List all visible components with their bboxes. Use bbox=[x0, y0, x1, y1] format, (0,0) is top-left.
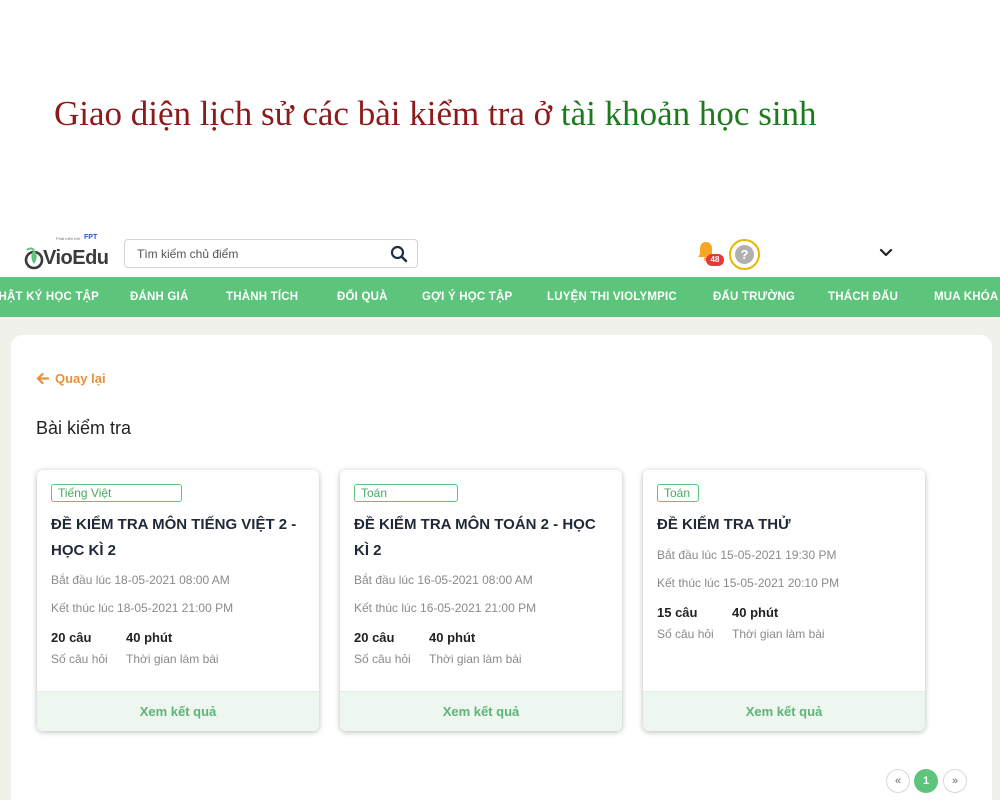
end-time: Kết thúc lúc 15-05-2021 20:10 PM bbox=[657, 576, 840, 590]
logo-subtext: Phát triển bởi bbox=[56, 236, 80, 241]
avatar-placeholder-icon: ? bbox=[735, 245, 754, 264]
fpt-logo-text: FPT bbox=[84, 234, 98, 241]
question-count: 20 câu bbox=[354, 630, 395, 645]
start-time: Bắt đầu lúc 15-05-2021 19:30 PM bbox=[657, 548, 837, 562]
avatar[interactable]: ? bbox=[729, 239, 760, 270]
nav-item-achievements[interactable]: THÀNH TÍCH bbox=[226, 277, 298, 317]
question-count: 15 câu bbox=[657, 605, 698, 620]
start-time: Bắt đầu lúc 18-05-2021 08:00 AM bbox=[51, 573, 230, 587]
search-icon[interactable] bbox=[390, 245, 408, 263]
subject-tag: Toán bbox=[657, 484, 699, 502]
duration: 40 phút bbox=[126, 630, 173, 645]
nav-item-learning-diary[interactable]: NHẬT KÝ HỌC TẬP bbox=[0, 277, 99, 317]
end-time: Kết thúc lúc 18-05-2021 21:00 PM bbox=[51, 601, 234, 615]
exam-card: Toán ĐỀ KIỂM TRA THỬ Bắt đầu lúc 15-05-2… bbox=[643, 470, 925, 731]
app-header: Phát triển bởi FPT VioEdu 48 ? bbox=[0, 228, 1000, 276]
nav-item-suggestions[interactable]: GỢI Ý HỌC TẬP bbox=[422, 277, 512, 317]
brand-name: VioEdu bbox=[43, 247, 109, 269]
exam-title: ĐỀ KIỂM TRA MÔN TOÁN 2 - HỌC KÌ 2 bbox=[354, 516, 596, 559]
subject-tag: Toán bbox=[354, 484, 458, 502]
end-time: Kết thúc lúc 16-05-2021 21:00 PM bbox=[354, 601, 537, 615]
duration: 40 phút bbox=[732, 605, 779, 620]
search-box bbox=[124, 239, 418, 268]
exam-title: ĐỀ KIỂM TRA THỬ bbox=[657, 516, 791, 533]
duration-label: Thời gian làm bài bbox=[732, 627, 825, 641]
nav-item-buy-course[interactable]: MUA KHÓA bbox=[934, 277, 998, 317]
nav-item-arena[interactable]: ĐẤU TRƯỜNG bbox=[713, 277, 795, 317]
notification-button[interactable]: 48 bbox=[696, 240, 724, 268]
duration-label: Thời gian làm bài bbox=[126, 652, 219, 666]
notification-badge: 48 bbox=[706, 254, 724, 266]
duration: 40 phút bbox=[429, 630, 476, 645]
pagination-page-current[interactable]: 1 bbox=[914, 769, 938, 793]
page-caption: Giao diện lịch sử các bài kiểm tra ở tài… bbox=[54, 94, 817, 134]
pagination-next-button[interactable]: » bbox=[943, 769, 967, 793]
main-nav: NHẬT KÝ HỌC TẬP ĐÁNH GIÁ THÀNH TÍCH ĐỔI … bbox=[0, 277, 1000, 317]
question-count-label: Số câu hỏi bbox=[51, 652, 108, 666]
pagination-prev-button[interactable]: « bbox=[886, 769, 910, 793]
chevron-down-icon[interactable] bbox=[878, 246, 894, 260]
section-title: Bài kiểm tra bbox=[36, 418, 132, 438]
nav-item-challenge[interactable]: THÁCH ĐẤU bbox=[828, 277, 898, 317]
view-result-button[interactable]: Xem kết quả bbox=[37, 691, 319, 731]
caption-part-1: Giao diện lịch sử các bài kiểm tra ở bbox=[54, 94, 561, 133]
start-time: Bắt đầu lúc 16-05-2021 08:00 AM bbox=[354, 573, 533, 587]
view-result-button[interactable]: Xem kết quả bbox=[643, 691, 925, 731]
subject-tag: Tiếng Việt bbox=[51, 484, 182, 502]
exam-title: ĐỀ KIỂM TRA MÔN TIẾNG VIỆT 2 - HỌC KÌ 2 bbox=[51, 516, 297, 559]
nav-item-violympic[interactable]: LUYỆN THI VIOLYMPIC bbox=[547, 277, 677, 317]
caption-part-2: tài khoản học sinh bbox=[560, 94, 817, 133]
nav-item-rewards[interactable]: ĐỔI QUÀ bbox=[337, 277, 388, 317]
arrow-left-icon bbox=[36, 372, 49, 384]
back-label: Quay lại bbox=[55, 370, 106, 386]
back-link[interactable]: Quay lại bbox=[36, 369, 106, 387]
exam-card: Toán ĐỀ KIỂM TRA MÔN TOÁN 2 - HỌC KÌ 2 B… bbox=[340, 470, 622, 731]
duration-label: Thời gian làm bài bbox=[429, 652, 522, 666]
question-count-label: Số câu hỏi bbox=[657, 627, 714, 641]
view-result-button[interactable]: Xem kết quả bbox=[340, 691, 622, 731]
search-input[interactable] bbox=[137, 244, 377, 264]
question-count: 20 câu bbox=[51, 630, 92, 645]
exam-card: Tiếng Việt ĐỀ KIỂM TRA MÔN TIẾNG VIỆT 2 … bbox=[37, 470, 319, 731]
question-count-label: Số câu hỏi bbox=[354, 652, 411, 666]
vioedu-logo[interactable]: Phát triển bởi FPT VioEdu bbox=[22, 234, 112, 272]
nav-item-assessment[interactable]: ĐÁNH GIÁ bbox=[130, 277, 188, 317]
